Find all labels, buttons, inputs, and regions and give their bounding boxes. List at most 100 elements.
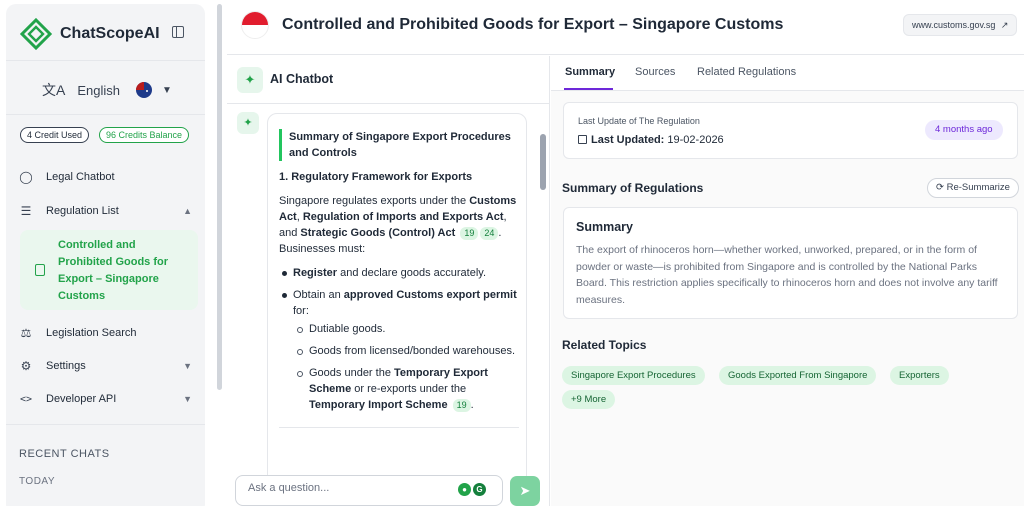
sidebar-item-settings[interactable]: ⚙ Settings ▼ bbox=[18, 359, 198, 373]
list-item: Obtain an approved Customs export permit… bbox=[279, 287, 519, 319]
resummarize-button[interactable]: ⟳ Re-Summarize bbox=[927, 178, 1019, 198]
age-badge: 4 months ago bbox=[925, 120, 1003, 140]
chevron-down-icon: ▼ bbox=[183, 361, 192, 371]
tab-underline bbox=[564, 88, 613, 90]
details-panel: Summary Sources Related Regulations Last… bbox=[551, 56, 1024, 506]
last-updated-key: Last Updated: bbox=[591, 134, 665, 146]
brand[interactable]: ChatScopeAI bbox=[20, 18, 160, 50]
refresh-icon: ⟳ bbox=[936, 182, 944, 193]
section-heading: 1. Regulatory Framework for Exports bbox=[279, 171, 473, 183]
sidebar-item-developer-api[interactable]: <> Developer API ▼ bbox=[18, 393, 198, 405]
sidebar-scrollbar[interactable] bbox=[217, 4, 222, 390]
recent-chats-heading: RECENT CHATS bbox=[19, 448, 110, 460]
citation-badge[interactable]: 24 bbox=[480, 227, 499, 240]
sidebar-item-label: Legislation Search bbox=[46, 327, 137, 339]
text-bold: Regulation of Imports and Exports Act bbox=[302, 211, 504, 223]
sidebar-item-label: Developer API bbox=[46, 393, 117, 405]
resummarize-label: Re-Summarize bbox=[946, 182, 1010, 193]
today-heading: TODAY bbox=[19, 476, 56, 487]
sidebar-toggle-icon[interactable] bbox=[172, 26, 184, 38]
tab-bar: Summary Sources Related Regulations bbox=[551, 56, 1024, 91]
sidebar-item-legal-chatbot[interactable]: ◯ Legal Chatbot bbox=[18, 170, 198, 184]
scales-icon: ⚖ bbox=[20, 326, 32, 340]
chat-scrollbar[interactable] bbox=[540, 134, 546, 190]
text: Goods under the bbox=[309, 367, 395, 379]
sidebar-item-legislation-search[interactable]: ⚖ Legislation Search bbox=[18, 326, 198, 340]
chat-title: AI Chatbot bbox=[270, 72, 334, 86]
related-topics-title: Related Topics bbox=[562, 338, 647, 352]
translate-icon: 文A bbox=[42, 82, 66, 98]
sidebar: ChatScopeAI 文A English ▼ 4 Credit Used 9… bbox=[0, 0, 222, 506]
bot-avatar-icon: ✦ bbox=[237, 112, 259, 134]
calendar-icon bbox=[578, 135, 587, 144]
chat-panel: ✦ AI Chatbot ✦ Summary of Singapore Expo… bbox=[227, 56, 550, 506]
text: or re-exports under the bbox=[351, 383, 467, 395]
divider bbox=[6, 424, 205, 425]
last-update-card: Last Update of The Regulation Last Updat… bbox=[563, 102, 1018, 159]
sidebar-item-label: Legal Chatbot bbox=[46, 171, 115, 183]
topic-chip[interactable]: Exporters bbox=[890, 366, 949, 385]
sidebar-item-label: Regulation List bbox=[46, 205, 119, 217]
chevron-up-icon: ▲ bbox=[183, 206, 192, 216]
page-title: Controlled and Prohibited Goods for Expo… bbox=[282, 16, 784, 33]
topic-chip[interactable]: Goods Exported From Singapore bbox=[719, 366, 877, 385]
text-bold: Strategic Goods (Control) Act bbox=[300, 227, 456, 239]
sidebar-item-regulation-list[interactable]: ☰ Regulation List ▲ bbox=[18, 204, 198, 218]
chevron-down-icon: ▼ bbox=[161, 84, 172, 96]
tab-related-regulations[interactable]: Related Regulations bbox=[697, 66, 796, 78]
send-button[interactable]: ➤ bbox=[510, 476, 540, 506]
text-bold: approved Customs export permit bbox=[343, 289, 517, 301]
summary-section-title: Summary of Regulations bbox=[562, 181, 704, 195]
chat-input[interactable] bbox=[248, 482, 438, 494]
last-updated-line: Last Updated: 19-02-2026 bbox=[578, 134, 724, 146]
tab-summary[interactable]: Summary bbox=[565, 66, 615, 78]
sub-list-item: Goods under the Temporary Export Scheme … bbox=[279, 365, 519, 413]
text-bold: Register bbox=[293, 267, 338, 279]
logo-icon bbox=[20, 18, 52, 50]
summary-heading: Summary of Singapore Export Procedures a… bbox=[279, 129, 519, 161]
text-bold: Temporary Import Scheme bbox=[309, 399, 448, 411]
tab-sources[interactable]: Sources bbox=[635, 66, 675, 78]
last-updated-value: 19-02-2026 bbox=[667, 134, 724, 146]
brand-name: ChatScopeAI bbox=[60, 25, 160, 42]
external-link-icon: ↗ bbox=[1000, 20, 1009, 30]
divider bbox=[279, 427, 519, 428]
text: . bbox=[470, 399, 474, 411]
list-icon: ☰ bbox=[20, 204, 32, 218]
bot-message: Summary of Singapore Export Procedures a… bbox=[267, 113, 527, 506]
update-label: Last Update of The Regulation bbox=[578, 116, 700, 126]
singapore-flag-icon bbox=[241, 11, 269, 39]
grammarly-icon[interactable]: G bbox=[473, 483, 486, 496]
text: and declare goods accurately. bbox=[337, 267, 487, 279]
chat-header: ✦ AI Chatbot bbox=[227, 56, 550, 104]
sidebar-item-label: Settings bbox=[46, 360, 86, 372]
more-topics-chip[interactable]: +9 More bbox=[562, 390, 616, 409]
app-root: ChatScopeAI 文A English ▼ 4 Credit Used 9… bbox=[0, 0, 1024, 506]
citation-badge[interactable]: 19 bbox=[460, 227, 479, 240]
chat-input-box[interactable]: ● G bbox=[235, 475, 503, 506]
summary-card: Summary The export of rhinoceros horn—wh… bbox=[563, 207, 1018, 319]
text: Singapore regulates exports under the bbox=[279, 195, 470, 207]
sub-list-item: Dutiable goods. bbox=[279, 321, 519, 337]
location-pin-icon[interactable]: ● bbox=[458, 483, 471, 496]
sub-list-item: Goods from licensed/bonded warehouses. bbox=[279, 343, 519, 359]
text: . bbox=[498, 227, 502, 239]
citation-badge[interactable]: 19 bbox=[452, 399, 471, 412]
sidebar-subitem-label: Controlled and Prohibited Goods for Expo… bbox=[58, 239, 168, 302]
divider bbox=[6, 114, 205, 115]
text: Obtain an bbox=[293, 289, 344, 301]
message-content: Summary of Singapore Export Procedures a… bbox=[279, 129, 519, 428]
language-label: English bbox=[77, 82, 120, 98]
paragraph: Singapore regulates exports under the Cu… bbox=[279, 193, 519, 257]
page-header: Controlled and Prohibited Goods for Expo… bbox=[227, 0, 1024, 55]
divider bbox=[6, 60, 205, 61]
chat-bubble-icon: ◯ bbox=[19, 170, 33, 184]
summary-text: The export of rhinoceros horn—whether wo… bbox=[576, 244, 998, 306]
source-url-link[interactable]: www.customs.gov.sg ↗ bbox=[903, 14, 1018, 36]
topic-chip[interactable]: Singapore Export Procedures bbox=[562, 366, 705, 385]
list-item: Register and declare goods accurately. bbox=[279, 265, 519, 281]
chevron-down-icon: ▼ bbox=[183, 394, 192, 404]
document-icon bbox=[35, 264, 45, 276]
send-icon: ➤ bbox=[519, 483, 531, 498]
language-selector[interactable]: 文A English ▼ bbox=[42, 80, 172, 100]
